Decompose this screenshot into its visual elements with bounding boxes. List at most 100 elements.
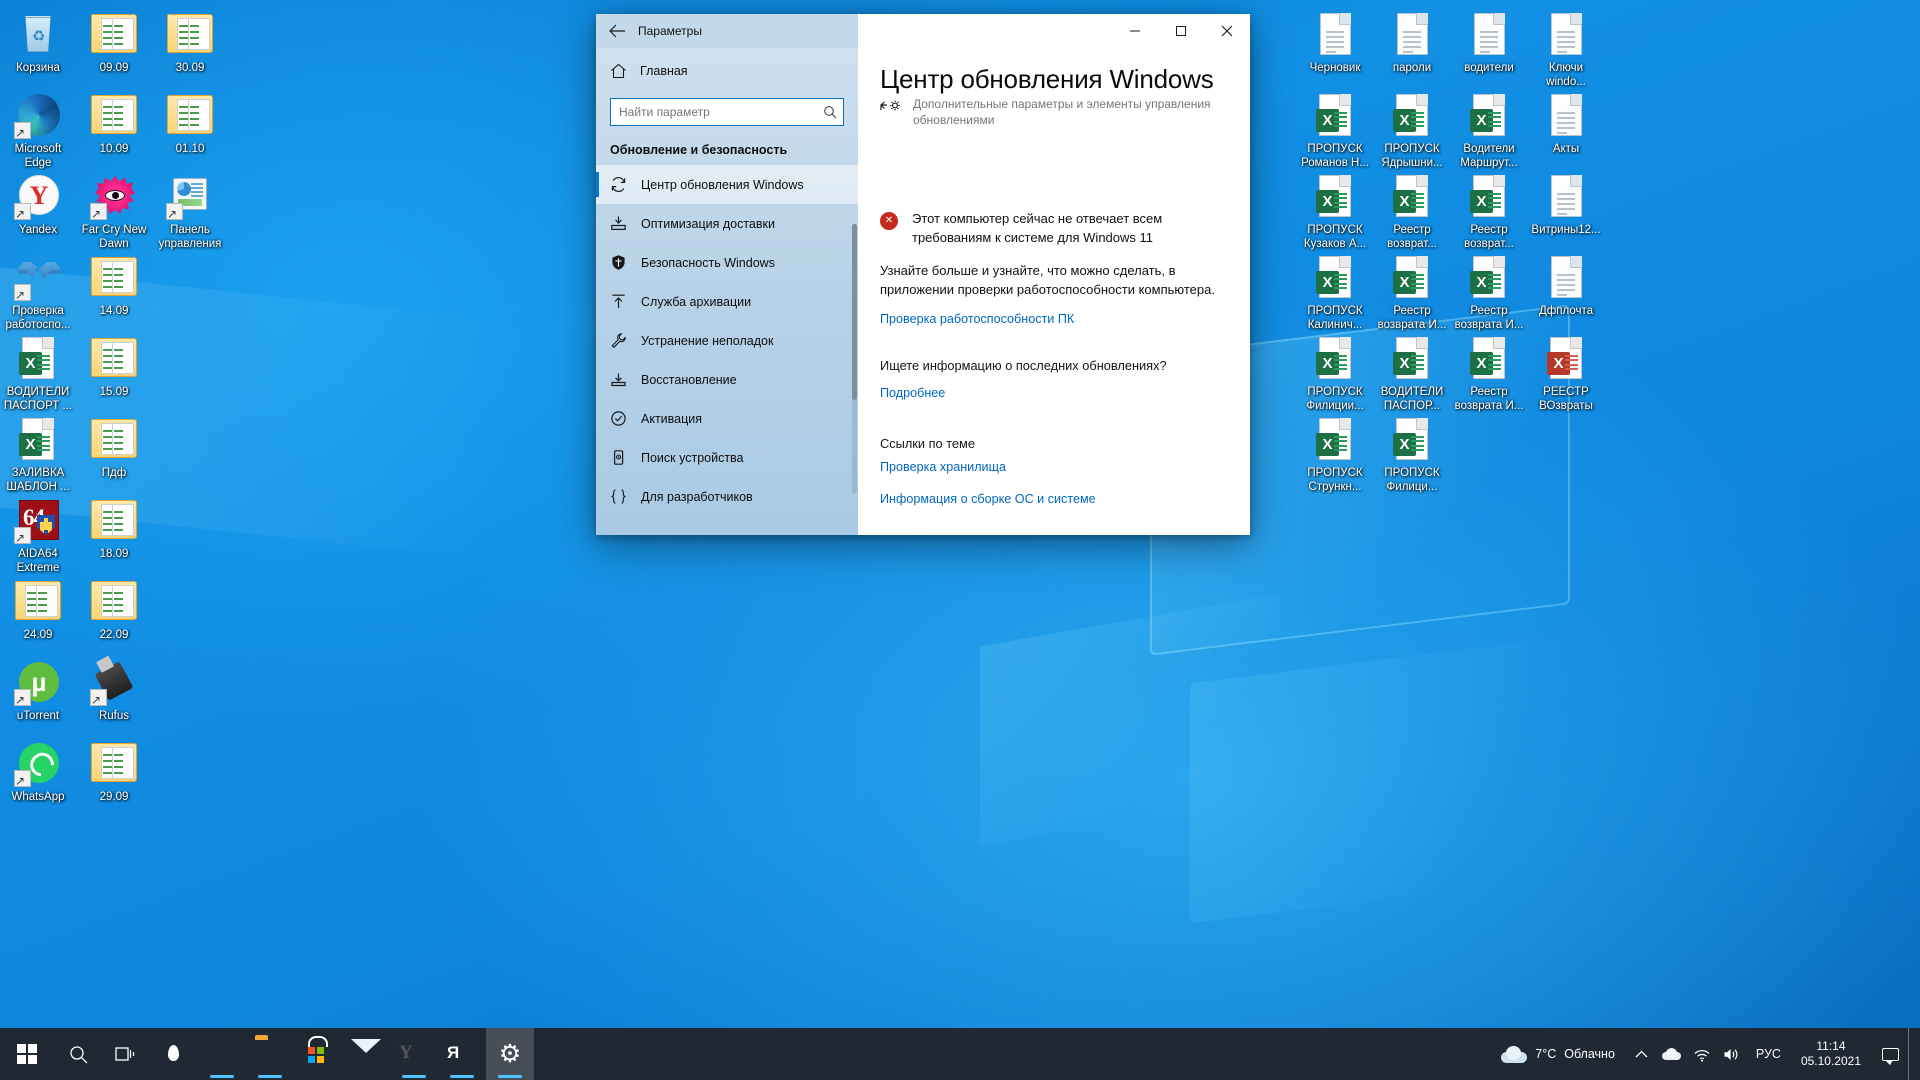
desktop-icon[interactable]: X ПРОПУСК Кузаков А... (1297, 172, 1373, 251)
desktop-icon[interactable]: X Реестр возврата И... (1451, 253, 1527, 332)
desktop-icon[interactable]: 10.09 (76, 91, 152, 157)
storage-check-link[interactable]: Проверка хранилища (880, 460, 1006, 474)
sidebar-item-1[interactable]: Центр обновления Windows (596, 165, 858, 204)
minimize-button[interactable] (1112, 14, 1158, 48)
os-build-info-link[interactable]: Информация о сборке ОС и системе (880, 492, 1096, 506)
desktop-icon[interactable]: X ВОДИТЕЛИ ПАСПОР... (1374, 334, 1450, 413)
onedrive-icon[interactable] (1657, 1028, 1687, 1080)
file-explorer-button[interactable] (246, 1028, 294, 1080)
sidebar-item-7[interactable]: Активация (596, 399, 858, 438)
desktop-icon[interactable]: X ПРОПУСК Романов Н... (1297, 91, 1373, 170)
recycle-bin-icon: ♻ (14, 10, 62, 58)
sidebar-item-5[interactable]: Устранение неполадок (596, 321, 858, 360)
back-arrow-icon[interactable] (596, 14, 638, 48)
desktop-icon[interactable]: WhatsApp (0, 739, 76, 805)
desktop-icon[interactable]: Панель управления (152, 172, 228, 251)
desktop-icon[interactable]: X РЕЕСТР ВОзвраты (1528, 334, 1604, 413)
desktop-icon[interactable]: 64AIDA64 Extreme (0, 496, 76, 575)
desktop-icon[interactable]: ♻ Корзина (0, 10, 76, 76)
desktop-icon[interactable]: Витрины12... (1528, 172, 1604, 238)
desktop-icon-label: Реестр возврата И... (1377, 305, 1447, 331)
desktop-icon[interactable]: Дфплочта (1528, 253, 1604, 319)
edge-button[interactable] (198, 1028, 246, 1080)
desktop-icon[interactable]: пароли (1374, 10, 1450, 76)
window-titlebar: Параметры (596, 14, 1250, 48)
sidebar-item-3[interactable]: Безопасность Windows (596, 243, 858, 282)
desktop-icon[interactable]: Акты (1528, 91, 1604, 157)
desktop-icon[interactable]: 01.10 (152, 91, 228, 157)
clock[interactable]: 11:14 05.10.2021 (1790, 1028, 1872, 1080)
desktop-icon[interactable]: Microsoft Edge (0, 91, 76, 170)
sidebar-item-2[interactable]: Оптимизация доставки (596, 204, 858, 243)
desktop-icon[interactable]: 24.09 (0, 577, 76, 643)
desktop-icon[interactable]: X Реестр возврат... (1374, 172, 1450, 251)
sidebar-item-6[interactable]: Восстановление (596, 360, 858, 399)
desktop-icon[interactable]: Черновик (1297, 10, 1373, 76)
yandex-browser-button[interactable] (390, 1028, 438, 1080)
desktop-icon-label: 30.09 (175, 62, 205, 74)
desktop-icon-label: Rufus (98, 710, 130, 722)
close-button[interactable] (1204, 14, 1250, 48)
windows-logo-icon (16, 1043, 38, 1065)
desktop-icon[interactable]: X ПРОПУСК Калинич... (1297, 253, 1373, 332)
delivery-icon (610, 215, 627, 232)
desktop-icon[interactable]: X ПРОПУСК Филиции... (1297, 334, 1373, 413)
desktop-icon[interactable]: 18.09 (76, 496, 152, 562)
wifi-icon[interactable] (1687, 1028, 1717, 1080)
desktop-icon[interactable]: Ключи windo... (1528, 10, 1604, 89)
sidebar-item-label: Для разработчиков (641, 489, 753, 504)
desktop-icon[interactable]: X Реестр возврата И... (1451, 334, 1527, 413)
pc-health-check-link[interactable]: Проверка работоспособности ПК (880, 312, 1074, 326)
sidebar-item-8[interactable]: Поиск устройства (596, 438, 858, 477)
desktop-icon[interactable]: Rufus (76, 658, 152, 724)
sidebar-item-9[interactable]: Для разработчиков (596, 477, 858, 516)
settings-button[interactable]: ⚙ (486, 1028, 534, 1080)
sidebar-item-home[interactable]: Главная (596, 54, 858, 88)
desktop-icon[interactable]: X Водители Маршрут... (1451, 91, 1527, 170)
desktop-icon[interactable]: Far Cry New Dawn (76, 172, 152, 251)
tray-expand-button[interactable] (1627, 1028, 1657, 1080)
desktop-icon[interactable]: X ПРОПУСК Филици... (1374, 415, 1450, 494)
desktop-icon[interactable]: X Реестр возврата И... (1374, 253, 1450, 332)
maximize-button[interactable] (1158, 14, 1204, 48)
excel-file-icon: X (1465, 172, 1513, 220)
desktop-icon[interactable]: 14.09 (76, 253, 152, 319)
desktop-icon[interactable]: 09.09 (76, 10, 152, 76)
desktop-icon[interactable]: 30.09 (152, 10, 228, 76)
desktop-icon[interactable]: 15.09 (76, 334, 152, 400)
desktop-icon[interactable]: Y Yandex (0, 172, 76, 238)
document-icon (1542, 172, 1590, 220)
desktop-icon-label: AIDA64 Extreme (16, 548, 60, 574)
desktop-icon[interactable]: водители (1451, 10, 1527, 76)
desktop-icon[interactable]: X ПРОПУСК Ядрышни... (1374, 91, 1450, 170)
show-desktop-button[interactable] (1908, 1028, 1916, 1080)
task-view-button[interactable] (102, 1028, 150, 1080)
mail-button[interactable] (342, 1028, 390, 1080)
desktop-icon[interactable]: uTorrent (0, 658, 76, 724)
desktop-icon[interactable]: Проверка работоспо... (0, 253, 76, 332)
sidebar-scrollbar[interactable] (852, 224, 857, 494)
folder-icon (90, 253, 138, 301)
speaker-icon[interactable] (1717, 1028, 1747, 1080)
desktop-icon[interactable]: X Реестр возврат... (1451, 172, 1527, 251)
language-indicator[interactable]: РУС (1747, 1028, 1790, 1080)
microsoft-store-button[interactable] (294, 1028, 342, 1080)
desktop-icon[interactable]: 22.09 (76, 577, 152, 643)
search-input[interactable] (619, 105, 823, 119)
desktop-icon[interactable]: X ВОДИТЕЛИ ПАСПОРТ ... (0, 334, 76, 413)
search-button[interactable] (54, 1028, 102, 1080)
weather-widget[interactable]: 7°C Облачно (1489, 1028, 1627, 1080)
desktop-icon[interactable]: Пдф (76, 415, 152, 481)
desktop-icon[interactable]: X ЗАЛИВКА ШАБЛОН ... (0, 415, 76, 494)
document-icon (1542, 253, 1590, 301)
desktop-icon[interactable]: 29.09 (76, 739, 152, 805)
desktop-icon-label: Проверка работоспо... (5, 305, 71, 331)
more-details-link[interactable]: Подробнее (880, 386, 945, 400)
cortana-button[interactable] (150, 1028, 198, 1080)
search-box[interactable] (610, 98, 844, 126)
sidebar-item-4[interactable]: Служба архивации (596, 282, 858, 321)
yandex-button[interactable] (438, 1028, 486, 1080)
notification-icon[interactable] (1872, 1028, 1908, 1080)
start-button[interactable] (0, 1028, 54, 1080)
desktop-icon[interactable]: X ПРОПУСК Стрункн... (1297, 415, 1373, 494)
